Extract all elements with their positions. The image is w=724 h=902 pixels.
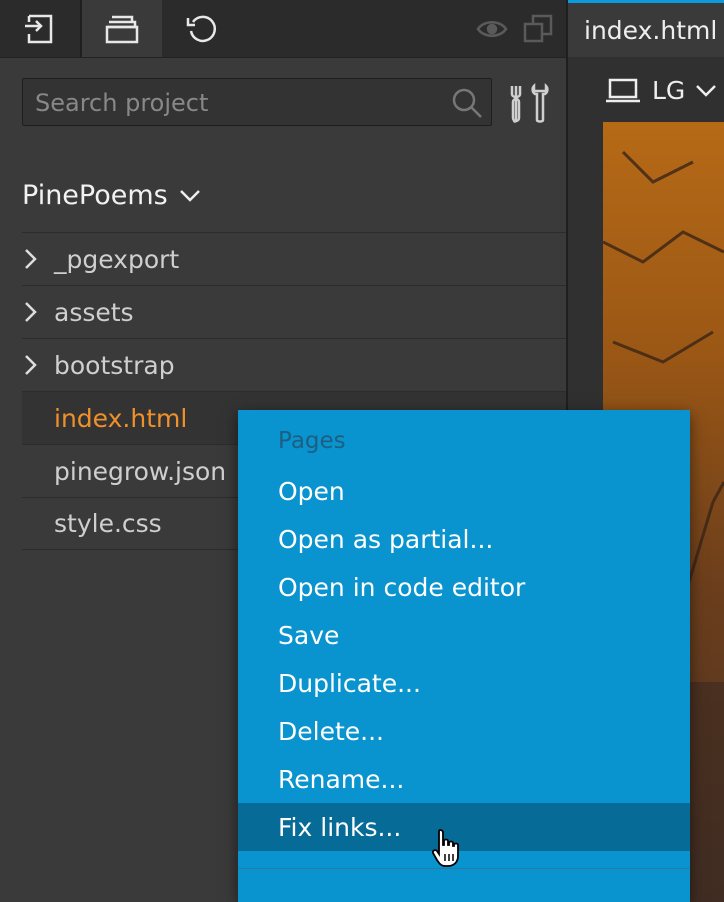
tools-icon[interactable]	[508, 82, 550, 124]
chevron-right-icon[interactable]	[22, 247, 38, 271]
eye-icon	[476, 20, 508, 37]
refresh-button[interactable]	[162, 0, 242, 57]
context-menu: Pages Open Open as partial... Open in co…	[238, 410, 690, 902]
laptop-icon	[606, 78, 640, 102]
menu-item-delete[interactable]: Delete...	[238, 707, 690, 755]
archive-icon	[105, 15, 139, 43]
project-name: PinePoems	[22, 180, 168, 211]
menu-separator	[238, 868, 690, 869]
menu-item-duplicate[interactable]: Duplicate...	[238, 659, 690, 707]
menu-item-open-in-code-editor[interactable]: Open in code editor	[238, 563, 690, 611]
menu-item-fix-links[interactable]: Fix links...	[238, 803, 690, 851]
import-button[interactable]	[0, 0, 80, 57]
copy-button[interactable]	[516, 0, 560, 57]
tree-item-assets[interactable]: assets	[22, 285, 566, 338]
tree-item-label: style.css	[54, 509, 162, 538]
tree-item-bootstrap[interactable]: bootstrap	[22, 338, 566, 391]
tree-item-label: assets	[54, 297, 134, 327]
import-icon	[25, 14, 53, 43]
search-input[interactable]	[33, 79, 447, 127]
search-box	[22, 78, 492, 127]
chevron-right-icon[interactable]	[22, 300, 38, 324]
chevron-right-icon[interactable]	[22, 353, 38, 377]
chevron-down-icon	[696, 84, 717, 97]
tree-item-pgexport[interactable]: _pgexport	[22, 232, 566, 285]
device-selector[interactable]: LG	[604, 76, 717, 105]
menu-item-open-as-partial[interactable]: Open as partial...	[238, 515, 690, 563]
copy-icon	[523, 14, 553, 42]
tree-item-label: bootstrap	[54, 350, 175, 380]
hand-cursor-icon	[431, 829, 459, 867]
menu-item-rename[interactable]: Rename...	[238, 755, 690, 803]
preview-toggle-button[interactable]	[470, 0, 514, 57]
project-title[interactable]: PinePoems	[22, 180, 202, 211]
panel-toolbar	[0, 0, 568, 58]
device-label: LG	[652, 76, 686, 105]
search-icon[interactable]	[451, 87, 483, 119]
chevron-down-icon	[179, 189, 200, 202]
tree-item-label: _pgexport	[54, 244, 180, 274]
tab-index-html[interactable]: index.html *	[568, 0, 724, 57]
menu-item-open[interactable]: Open	[238, 467, 690, 515]
tab-bar: index.html *	[568, 0, 724, 57]
tree-item-label: index.html	[54, 403, 188, 433]
context-menu-header: Pages	[278, 428, 346, 454]
archive-button[interactable]	[82, 0, 162, 57]
menu-item-save[interactable]: Save	[238, 611, 690, 659]
tree-item-label: pinegrow.json	[54, 456, 227, 486]
refresh-icon	[186, 15, 217, 42]
